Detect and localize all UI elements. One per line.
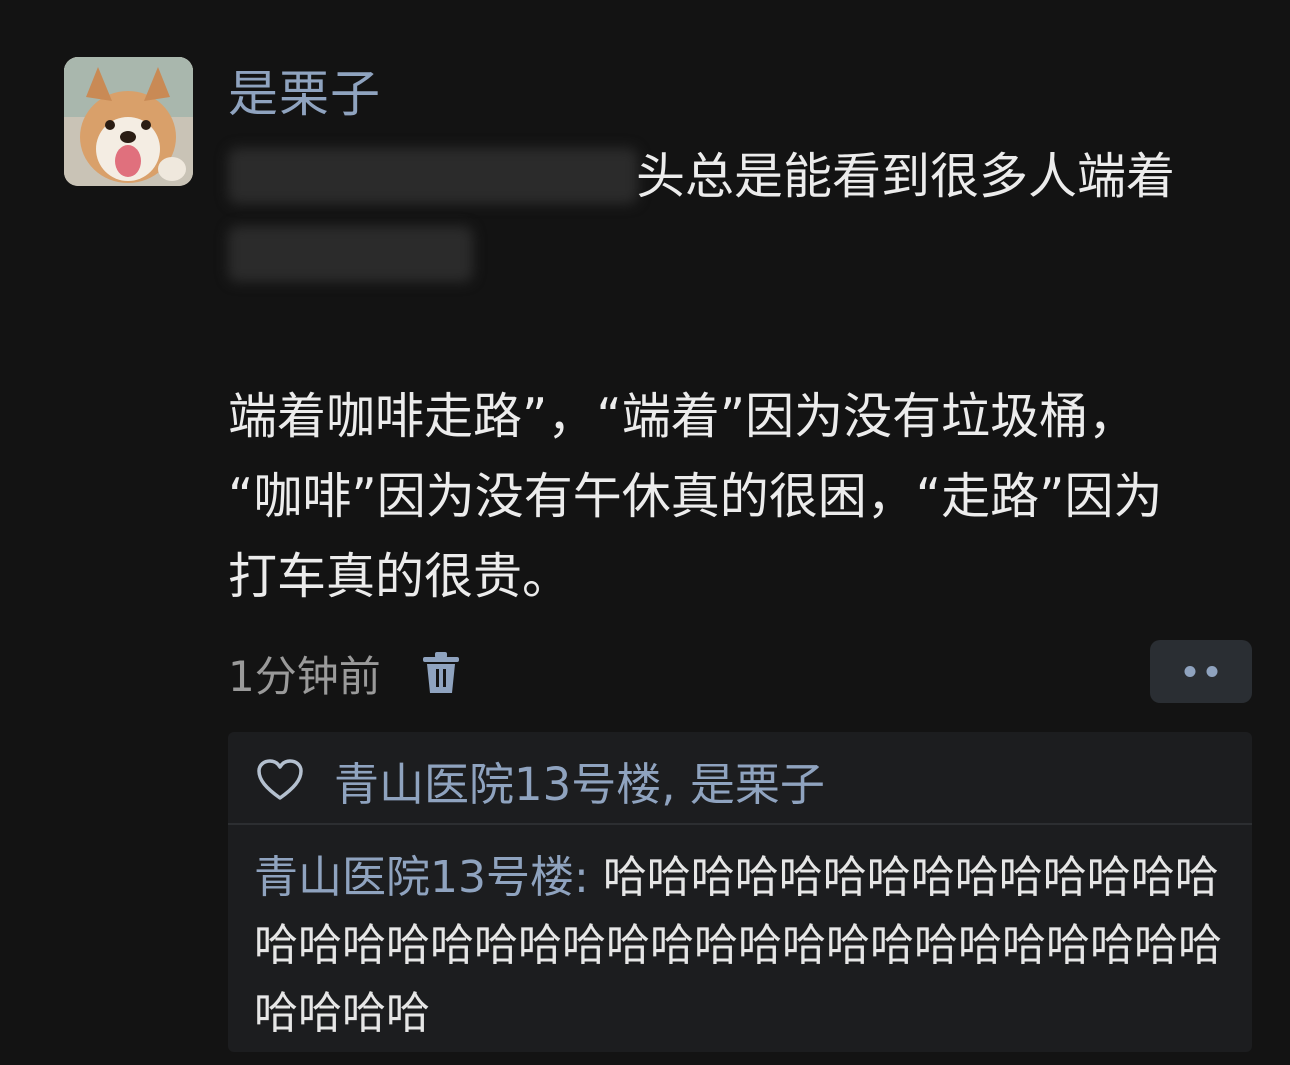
post-meta: 1分钟前 bbox=[228, 642, 461, 704]
post-text-line-4: 打车真的很贵。 bbox=[228, 548, 572, 605]
divider bbox=[228, 823, 1252, 825]
redacted-text-block bbox=[228, 148, 638, 204]
comment-section: 青山医院13号楼, 是栗子 青山医院13号楼: 哈哈哈哈哈哈哈哈哈哈哈哈哈哈哈哈… bbox=[228, 732, 1252, 1052]
trash-icon[interactable] bbox=[421, 651, 461, 695]
likes-row: 青山医院13号楼, 是栗子 bbox=[256, 748, 825, 813]
shiba-dog-avatar-icon bbox=[64, 57, 193, 186]
post-timestamp: 1分钟前 bbox=[228, 651, 381, 701]
post-text-line-3: “咖啡”因为没有午休真的很困，“走路”因为 bbox=[228, 468, 1163, 525]
likes-names[interactable]: 青山医院13号楼, 是栗子 bbox=[334, 748, 825, 813]
comment-author[interactable]: 青山医院13号楼 bbox=[254, 852, 574, 903]
heart-icon[interactable] bbox=[256, 758, 304, 802]
avatar[interactable] bbox=[64, 57, 193, 186]
comment-item: 青山医院13号楼: 哈哈哈哈哈哈哈哈哈哈哈哈哈哈哈哈哈哈哈哈哈哈哈哈哈哈哈哈哈哈… bbox=[254, 844, 1244, 1048]
post-text-line-2: 端着咖啡走路”，“端着”因为没有垃圾桶， bbox=[228, 388, 1138, 445]
more-button[interactable] bbox=[1150, 640, 1252, 703]
post-author-name[interactable]: 是栗子 bbox=[228, 62, 381, 126]
comment-separator: : bbox=[574, 852, 603, 903]
more-dots-icon bbox=[1184, 666, 1218, 677]
redacted-text-block bbox=[228, 226, 473, 282]
post-text-line-1: 头总是能看到很多人端着 bbox=[636, 148, 1176, 205]
